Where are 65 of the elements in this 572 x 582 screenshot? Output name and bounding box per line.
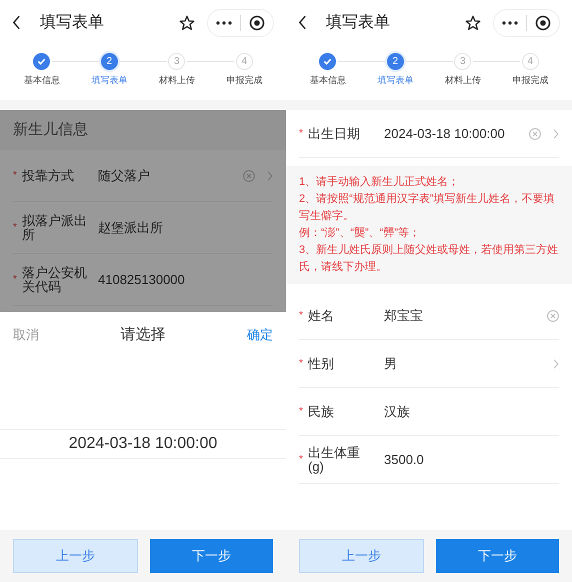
required-mark: * bbox=[299, 357, 304, 371]
back-icon bbox=[12, 15, 21, 30]
picker-title: 请选择 bbox=[120, 324, 166, 345]
step-indicator: 3 bbox=[454, 53, 472, 70]
required-mark: * bbox=[299, 405, 304, 419]
field-label: 出生体重(g) bbox=[308, 446, 361, 474]
step-label: 材料上传 bbox=[158, 74, 195, 87]
back-icon bbox=[298, 15, 307, 30]
field-label: 落户公安机关代码 bbox=[22, 266, 88, 294]
step-label: 申报完成 bbox=[512, 74, 548, 87]
step-label: 基本信息 bbox=[24, 74, 60, 87]
page-title: 填写表单 bbox=[40, 12, 104, 32]
required-mark: * bbox=[299, 453, 304, 467]
notice-text: 2、请按照“规范通用汉字表”填写新生儿姓名，不要填写生僻字。 bbox=[299, 192, 556, 224]
required-mark: * bbox=[299, 309, 304, 323]
more-icon[interactable] bbox=[216, 20, 232, 24]
check-icon bbox=[37, 57, 46, 66]
previous-step-button[interactable]: 上一步 bbox=[13, 539, 138, 573]
picker-option[interactable]: 2024-03-18 10:00:00 bbox=[0, 429, 286, 459]
step-label: 填写表单 bbox=[377, 74, 414, 87]
field-label: 姓名 bbox=[308, 308, 335, 322]
field-value[interactable]: 2024-03-18 10:00:00 bbox=[384, 124, 529, 144]
step-indicator: 2 bbox=[100, 53, 118, 70]
page-title: 填写表单 bbox=[326, 12, 390, 32]
chevron-right-icon bbox=[553, 358, 559, 368]
field-value[interactable]: 男 bbox=[384, 354, 541, 374]
more-icon[interactable] bbox=[502, 20, 518, 24]
previous-step-button[interactable]: 上一步 bbox=[299, 539, 424, 573]
next-step-button[interactable]: 下一步 bbox=[150, 539, 273, 573]
field-label: 出生日期 bbox=[308, 126, 361, 140]
field-value[interactable]: 汉族 bbox=[384, 402, 559, 422]
confirm-button[interactable]: 确定 bbox=[247, 325, 273, 345]
target-icon[interactable] bbox=[249, 14, 265, 30]
required-mark: * bbox=[13, 169, 18, 183]
target-icon[interactable] bbox=[535, 14, 551, 30]
required-mark: * bbox=[299, 127, 304, 141]
field-value[interactable]: 随父落户 bbox=[98, 166, 243, 186]
field-value[interactable]: 410825130000 bbox=[98, 270, 273, 290]
notice-text: 例：“澎”、“龑”、“龏”等； bbox=[299, 226, 421, 241]
step-indicator: 4 bbox=[236, 53, 253, 70]
chevron-right-icon bbox=[553, 128, 559, 138]
star-icon[interactable] bbox=[465, 14, 481, 30]
field-label: 拟落户派出所 bbox=[22, 214, 88, 242]
field-value[interactable]: 3500.0 bbox=[384, 450, 559, 470]
next-step-button[interactable]: 下一步 bbox=[436, 539, 559, 573]
field-label: 民族 bbox=[308, 404, 335, 418]
required-mark: * bbox=[13, 273, 18, 287]
step-indicator: 3 bbox=[168, 53, 186, 70]
step-label: 材料上传 bbox=[444, 74, 481, 87]
field-value[interactable]: 郑宝宝 bbox=[384, 306, 547, 326]
step-label: 申报完成 bbox=[226, 74, 262, 87]
field-label: 性别 bbox=[308, 356, 335, 370]
step-label: 基本信息 bbox=[310, 74, 346, 87]
notice-text: 3、新生儿姓氏原则上随父姓或母姓，若使用第三方姓氏，请线下办理。 bbox=[299, 242, 559, 275]
section-title: 新生儿信息 bbox=[13, 120, 88, 140]
step-indicator: 2 bbox=[386, 53, 404, 70]
required-mark: * bbox=[13, 221, 18, 235]
notice-text: 1、请手动输入新生儿正式姓名； bbox=[299, 174, 460, 190]
star-icon[interactable] bbox=[179, 14, 195, 30]
field-label: 投靠方式 bbox=[22, 168, 75, 182]
step-indicator: 4 bbox=[522, 53, 539, 70]
chevron-right-icon bbox=[267, 170, 273, 180]
field-value[interactable]: 赵堡派出所 bbox=[98, 218, 273, 238]
step-label: 填写表单 bbox=[91, 74, 128, 87]
check-icon bbox=[323, 57, 332, 66]
